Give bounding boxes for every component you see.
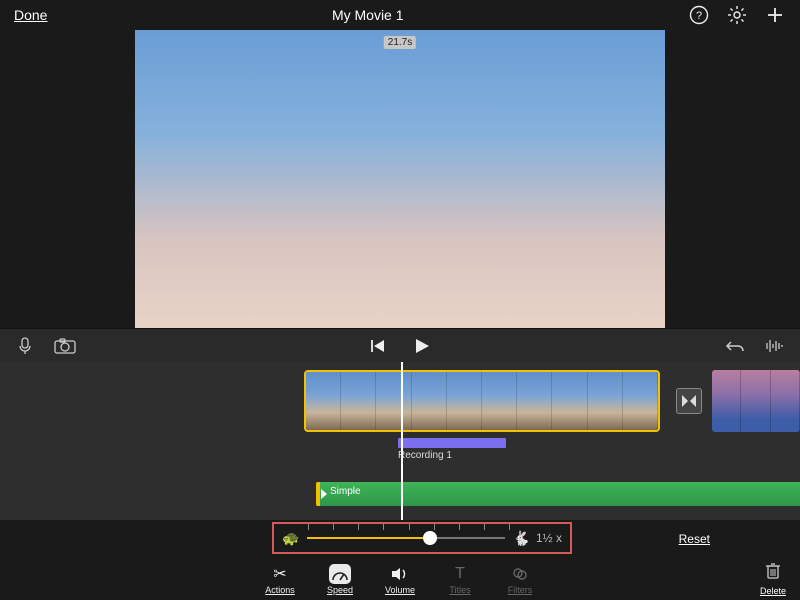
voiceover-icon[interactable] [14, 335, 36, 357]
playhead[interactable] [401, 362, 403, 520]
project-title: My Movie 1 [47, 7, 688, 23]
audio-waveform-icon[interactable] [764, 335, 786, 357]
music-play-indicator-icon [321, 489, 327, 499]
tab-actions[interactable]: ✂ Actions [259, 564, 301, 595]
scissors-icon: ✂ [269, 564, 291, 584]
undo-icon[interactable] [724, 335, 746, 357]
volume-icon [389, 564, 411, 584]
recording-label: Recording 1 [398, 450, 452, 461]
camera-icon[interactable] [54, 335, 76, 357]
video-clip-2[interactable] [712, 370, 800, 432]
tab-titles[interactable]: T Titles [439, 564, 481, 595]
music-track[interactable]: Simple [316, 482, 800, 506]
filters-icon [509, 564, 531, 584]
play-icon[interactable] [411, 335, 433, 357]
delete-button[interactable]: Delete [760, 562, 786, 596]
speedometer-icon [329, 564, 351, 584]
speed-slider-highlight: 🐢 🐇 1½ x [272, 522, 572, 554]
done-button[interactable]: Done [14, 7, 47, 23]
titles-icon: T [449, 564, 471, 584]
timeline[interactable]: Recording 1 Simple [0, 362, 800, 520]
preview-viewer: 21.7s [0, 30, 800, 328]
speed-slider-knob[interactable] [423, 531, 437, 545]
transition-icon[interactable] [676, 388, 702, 414]
svg-text:?: ? [696, 10, 702, 22]
music-label: Simple [330, 486, 361, 497]
settings-icon[interactable] [726, 4, 748, 26]
tab-filters[interactable]: Filters [499, 564, 541, 595]
hare-icon: 🐇 [513, 530, 530, 547]
trash-icon [765, 562, 781, 585]
speed-value: 1½ x [536, 531, 562, 545]
video-clip-selected[interactable] [304, 370, 660, 432]
tab-volume[interactable]: Volume [379, 564, 421, 595]
voiceover-recording-clip[interactable] [398, 438, 506, 448]
turtle-icon: 🐢 [282, 530, 299, 547]
help-icon[interactable]: ? [688, 4, 710, 26]
clip-duration-badge: 21.7s [384, 36, 416, 49]
add-media-icon[interactable] [764, 4, 786, 26]
skip-back-icon[interactable] [367, 335, 389, 357]
tab-speed[interactable]: Speed [319, 564, 361, 595]
speed-slider[interactable] [307, 537, 504, 539]
preview-frame: 21.7s [135, 30, 665, 328]
speed-slider-ticks [308, 524, 510, 532]
reset-button[interactable]: Reset [679, 532, 710, 546]
